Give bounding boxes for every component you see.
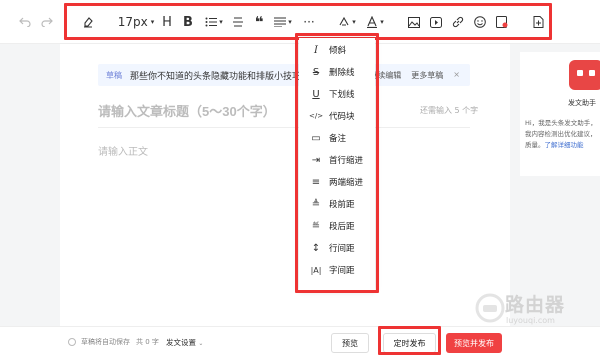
assistant-text-line: 质量。 (525, 141, 545, 149)
draft-badge: 草稿 (106, 70, 122, 80)
autosave-label: 草稿将自动保存 (81, 338, 130, 346)
editor-card (60, 44, 510, 326)
publish-settings-toggle[interactable]: 发文设置 ⌄ (166, 337, 203, 348)
draft-tip-bar: 草稿 那些你不知道的头条隐藏功能和排版小技巧。 继续编辑 更多草稿 × (98, 64, 470, 86)
close-icon[interactable]: × (453, 70, 460, 81)
assistant-robot-icon (569, 60, 600, 90)
redo-button[interactable] (40, 12, 54, 32)
timed-publish-highlight-box (378, 326, 441, 355)
assistant-text-line: Hi，我是头条发文助手， (525, 119, 597, 127)
watermark-url: luyouqi.com (506, 316, 555, 325)
dropdown-highlight-box (295, 33, 379, 293)
autosave-status: 草稿将自动保存 (68, 337, 130, 347)
assistant-learn-more-link[interactable]: 了解详细功能 (545, 141, 584, 149)
undo-button[interactable] (18, 12, 32, 32)
preview-button[interactable]: 预览 (331, 333, 369, 353)
body-input[interactable]: 请输入正文 (98, 143, 148, 158)
preview-and-publish-button[interactable]: 预览并发布 (446, 333, 502, 353)
title-divider (98, 127, 470, 128)
redo-icon (41, 17, 53, 27)
more-drafts-link[interactable]: 更多草稿 (411, 70, 443, 81)
chevron-down-icon: ⌄ (198, 340, 204, 347)
publish-settings-label: 发文设置 (166, 338, 196, 347)
assistant-text: Hi，我是头条发文助手， 我内容检测出优化建议， 质量。了解详细功能 (525, 118, 600, 151)
title-count-hint: 还需输入 5 个字 (420, 106, 479, 115)
draft-tip-text[interactable]: 那些你不知道的头条隐藏功能和排版小技巧。 (130, 69, 310, 82)
assistant-title: 发文助手 (568, 99, 596, 107)
watermark-name: 路由器 (505, 294, 566, 316)
title-input[interactable]: 请输入文章标题（5～30个字） (98, 101, 276, 120)
autosave-check-icon (68, 338, 76, 346)
assistant-text-line: 我内容检测出优化建议， (525, 130, 597, 138)
word-count: 共 0 字 (136, 338, 159, 346)
undo-icon (19, 17, 31, 27)
